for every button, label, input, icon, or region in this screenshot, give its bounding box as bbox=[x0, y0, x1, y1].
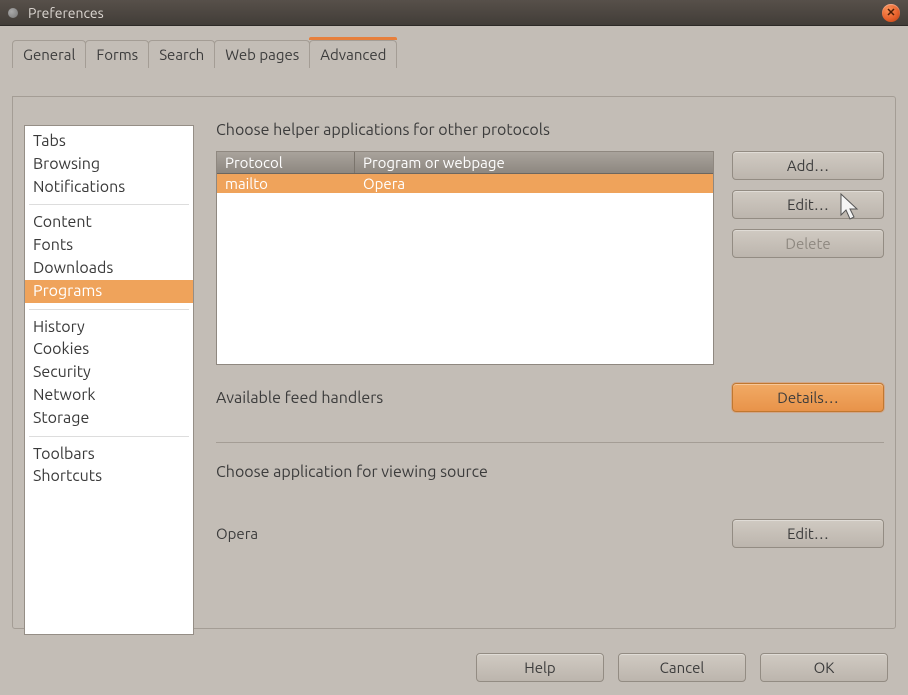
tab-bar: General Forms Search Web pages Advanced bbox=[0, 26, 908, 68]
protocol-list-header: Protocol Program or webpage bbox=[217, 152, 713, 174]
source-heading: Choose application for viewing source bbox=[216, 463, 884, 481]
sidebar-item-shortcuts[interactable]: Shortcuts bbox=[25, 465, 193, 488]
sidebar-separator bbox=[29, 309, 189, 310]
source-app-label: Opera bbox=[216, 525, 258, 542]
protocol-list[interactable]: Protocol Program or webpage mailto Opera bbox=[216, 151, 714, 365]
sidebar-item-toolbars[interactable]: Toolbars bbox=[25, 443, 193, 466]
tab-forms[interactable]: Forms bbox=[85, 40, 149, 68]
feed-heading: Available feed handlers bbox=[216, 389, 383, 407]
details-button[interactable]: Details… bbox=[732, 383, 884, 412]
client-area: General Forms Search Web pages Advanced … bbox=[0, 26, 908, 695]
help-button[interactable]: Help bbox=[476, 653, 604, 682]
sidebar-item-security[interactable]: Security bbox=[25, 361, 193, 384]
close-icon[interactable]: ✕ bbox=[882, 4, 900, 22]
ok-button[interactable]: OK bbox=[760, 653, 888, 682]
advanced-sidebar: Tabs Browsing Notifications Content Font… bbox=[24, 125, 194, 635]
window-system-icon bbox=[8, 8, 18, 18]
sidebar-item-programs[interactable]: Programs bbox=[25, 280, 193, 303]
sidebar-item-downloads[interactable]: Downloads bbox=[25, 257, 193, 280]
protocols-row: Protocol Program or webpage mailto Opera… bbox=[216, 151, 884, 365]
programs-pane: Choose helper applications for other pro… bbox=[194, 109, 884, 616]
tab-web-pages[interactable]: Web pages bbox=[214, 40, 310, 68]
add-button[interactable]: Add… bbox=[732, 151, 884, 180]
protocol-cell-program: Opera bbox=[355, 174, 713, 193]
sidebar-item-storage[interactable]: Storage bbox=[25, 407, 193, 430]
protocol-row[interactable]: mailto Opera bbox=[217, 174, 713, 193]
sidebar-item-notifications[interactable]: Notifications bbox=[25, 176, 193, 199]
protocol-cell-protocol: mailto bbox=[217, 174, 355, 193]
edit-protocol-button[interactable]: Edit… bbox=[732, 190, 884, 219]
tab-search[interactable]: Search bbox=[148, 40, 215, 68]
sidebar-separator bbox=[29, 204, 189, 205]
sidebar-item-tabs[interactable]: Tabs bbox=[25, 130, 193, 153]
sidebar-item-history[interactable]: History bbox=[25, 316, 193, 339]
titlebar: Preferences ✕ bbox=[0, 0, 908, 26]
col-header-program[interactable]: Program or webpage bbox=[355, 152, 713, 173]
window-title: Preferences bbox=[28, 5, 882, 21]
protocol-buttons: Add… Edit… Delete bbox=[732, 151, 884, 365]
feed-row: Available feed handlers Details… bbox=[216, 383, 884, 412]
sidebar-item-network[interactable]: Network bbox=[25, 384, 193, 407]
sidebar-item-content[interactable]: Content bbox=[25, 211, 193, 234]
cancel-button[interactable]: Cancel bbox=[618, 653, 746, 682]
col-header-protocol[interactable]: Protocol bbox=[217, 152, 355, 173]
edit-source-button[interactable]: Edit… bbox=[732, 519, 884, 548]
dialog-footer: Help Cancel OK bbox=[0, 639, 908, 695]
sidebar-item-fonts[interactable]: Fonts bbox=[25, 234, 193, 257]
protocols-heading: Choose helper applications for other pro… bbox=[216, 121, 884, 139]
sidebar-item-cookies[interactable]: Cookies bbox=[25, 338, 193, 361]
divider bbox=[216, 442, 884, 443]
source-row: Opera Edit… bbox=[216, 519, 884, 548]
tab-general[interactable]: General bbox=[12, 40, 86, 68]
sidebar-item-browsing[interactable]: Browsing bbox=[25, 153, 193, 176]
delete-button: Delete bbox=[732, 229, 884, 258]
tab-advanced[interactable]: Advanced bbox=[309, 40, 397, 68]
panel-area: Tabs Browsing Notifications Content Font… bbox=[12, 97, 896, 628]
preferences-window: Preferences ✕ General Forms Search Web p… bbox=[0, 0, 908, 695]
sidebar-separator bbox=[29, 436, 189, 437]
